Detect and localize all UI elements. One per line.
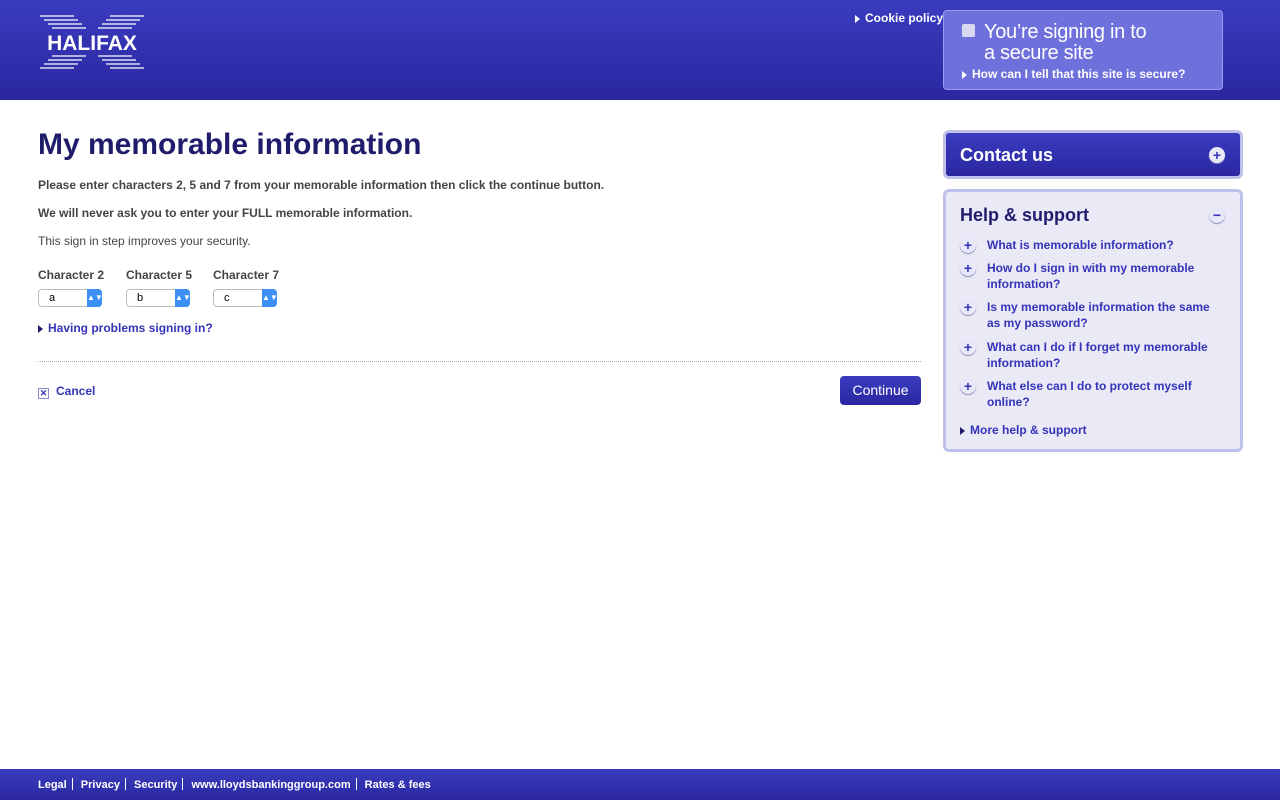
having-problems-label[interactable]: Having problems signing in? bbox=[48, 321, 213, 335]
help-item-label[interactable]: How do I sign in with my memorable infor… bbox=[987, 260, 1222, 292]
halifax-logo[interactable]: HALIFAX bbox=[38, 14, 146, 70]
cookie-policy-link[interactable]: Cookie policy bbox=[855, 11, 943, 25]
divider bbox=[355, 778, 357, 790]
plus-icon: + bbox=[960, 237, 976, 253]
lock-icon bbox=[962, 24, 975, 37]
close-icon: ✕ bbox=[38, 388, 49, 399]
arrow-right-icon bbox=[960, 426, 965, 435]
help-item-label[interactable]: What is memorable information? bbox=[987, 237, 1222, 253]
plus-icon: + bbox=[960, 378, 976, 394]
plus-icon: + bbox=[960, 299, 976, 315]
plus-icon: + bbox=[960, 260, 976, 276]
character-7-label: Character 7 bbox=[213, 268, 280, 282]
character-7-value: c bbox=[224, 292, 230, 304]
help-support-panel: Help & support − + What is memorable info… bbox=[943, 189, 1243, 452]
continue-button[interactable]: Continue bbox=[840, 376, 921, 405]
divider bbox=[124, 778, 126, 790]
contact-us-title[interactable]: Contact us bbox=[960, 145, 1053, 165]
plus-icon: + bbox=[960, 339, 976, 355]
divider bbox=[182, 778, 184, 790]
more-help-link[interactable]: More help & support bbox=[960, 423, 1087, 437]
arrow-right-icon bbox=[38, 324, 43, 333]
chevron-updown-icon: ▲▼ bbox=[87, 289, 103, 307]
page-title: My memorable information bbox=[38, 128, 422, 161]
help-item-label[interactable]: What can I do if I forget my memorable i… bbox=[987, 339, 1222, 371]
character-5-label: Character 5 bbox=[126, 268, 193, 282]
character-5-select[interactable]: b ▲▼ bbox=[126, 289, 191, 307]
help-item-label[interactable]: What else can I do to protect myself onl… bbox=[987, 378, 1222, 410]
more-help-label[interactable]: More help & support bbox=[970, 423, 1087, 437]
warning-text: We will never ask you to enter your FULL… bbox=[38, 206, 413, 220]
chevron-updown-icon: ▲▼ bbox=[262, 289, 278, 307]
footer-link-privacy[interactable]: Privacy bbox=[81, 779, 120, 791]
footer-link-lloyds[interactable]: www.lloydsbankinggroup.com bbox=[192, 779, 351, 791]
help-support-title: Help & support bbox=[960, 205, 1089, 225]
having-problems-link[interactable]: Having problems signing in? bbox=[38, 321, 213, 335]
character-5-value: b bbox=[137, 292, 144, 304]
footer-link-legal[interactable]: Legal bbox=[38, 779, 67, 791]
footer-link-security[interactable]: Security bbox=[134, 779, 177, 791]
footer: Legal Privacy Security www.lloydsbanking… bbox=[0, 769, 1280, 800]
header: HALIFAX Cookie policy You’re signing in … bbox=[0, 0, 1280, 100]
secure-info-label[interactable]: How can I tell that this site is secure? bbox=[972, 67, 1185, 81]
character-2-label: Character 2 bbox=[38, 268, 105, 282]
character-2-select[interactable]: a ▲▼ bbox=[38, 289, 103, 307]
arrow-right-icon bbox=[962, 70, 967, 79]
security-note: This sign in step improves your security… bbox=[38, 234, 251, 248]
character-2-value: a bbox=[49, 292, 56, 304]
collapse-minus-icon[interactable]: − bbox=[1209, 207, 1225, 223]
secure-info-link[interactable]: How can I tell that this site is secure? bbox=[962, 67, 1185, 81]
divider bbox=[38, 361, 921, 362]
cookie-policy-label[interactable]: Cookie policy bbox=[865, 11, 943, 25]
secure-site-panel: You’re signing in to a secure site How c… bbox=[943, 10, 1223, 90]
arrow-right-icon bbox=[855, 14, 860, 23]
footer-link-rates[interactable]: Rates & fees bbox=[365, 779, 431, 791]
expand-plus-icon[interactable]: + bbox=[1209, 147, 1225, 163]
svg-text:HALIFAX: HALIFAX bbox=[47, 32, 137, 55]
divider bbox=[71, 778, 73, 790]
instruction-text: Please enter characters 2, 5 and 7 from … bbox=[38, 178, 605, 192]
contact-us-panel[interactable]: Contact us + bbox=[943, 130, 1243, 179]
chevron-updown-icon: ▲▼ bbox=[175, 289, 191, 307]
cancel-link[interactable]: ✕ Cancel bbox=[38, 384, 95, 399]
secure-title: You’re signing in to a secure site bbox=[984, 21, 1147, 64]
character-7-select[interactable]: c ▲▼ bbox=[213, 289, 278, 307]
cancel-label[interactable]: Cancel bbox=[56, 384, 95, 398]
help-item-label[interactable]: Is my memorable information the same as … bbox=[987, 299, 1222, 331]
